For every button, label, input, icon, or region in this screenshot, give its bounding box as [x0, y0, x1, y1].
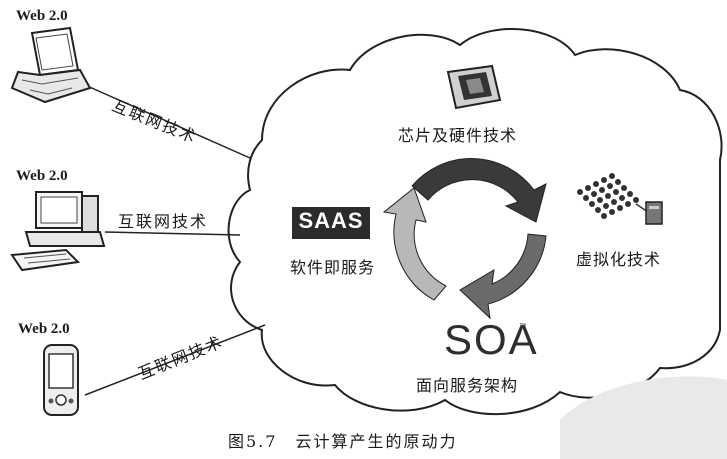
connector-line-desktop	[104, 231, 241, 236]
figure-caption: 图5.7 云计算产生的原动力	[228, 432, 458, 451]
saas-label: 软件即服务	[290, 258, 376, 277]
pda-icon	[43, 344, 79, 416]
link-label-desktop: 互联网技术	[118, 212, 209, 231]
chip-label: 芯片及硬件技术	[398, 126, 518, 145]
device-label-pda: Web 2.0	[18, 321, 70, 337]
soa-label: 面向服务架构	[416, 376, 519, 395]
desktop-computer-icon	[10, 191, 106, 272]
chip-icon	[446, 64, 502, 110]
laptop-icon	[10, 26, 92, 104]
soa-trademark: ™	[519, 323, 526, 330]
device-label-desktop: Web 2.0	[16, 168, 68, 184]
device-label-laptop: Web 2.0	[16, 8, 68, 24]
saas-badge: SAAS	[292, 207, 370, 239]
virtualization-label: 虚拟化技术	[576, 250, 662, 269]
